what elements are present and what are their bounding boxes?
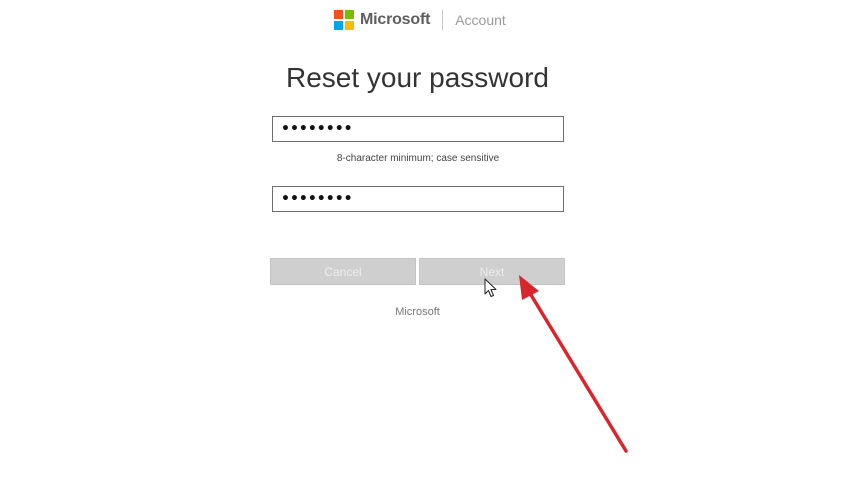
annotation-overlay	[484, 275, 628, 453]
red-arrow-shaft	[526, 288, 628, 453]
red-arrow-head	[519, 275, 539, 300]
mouse-pointer-icon	[484, 278, 497, 297]
